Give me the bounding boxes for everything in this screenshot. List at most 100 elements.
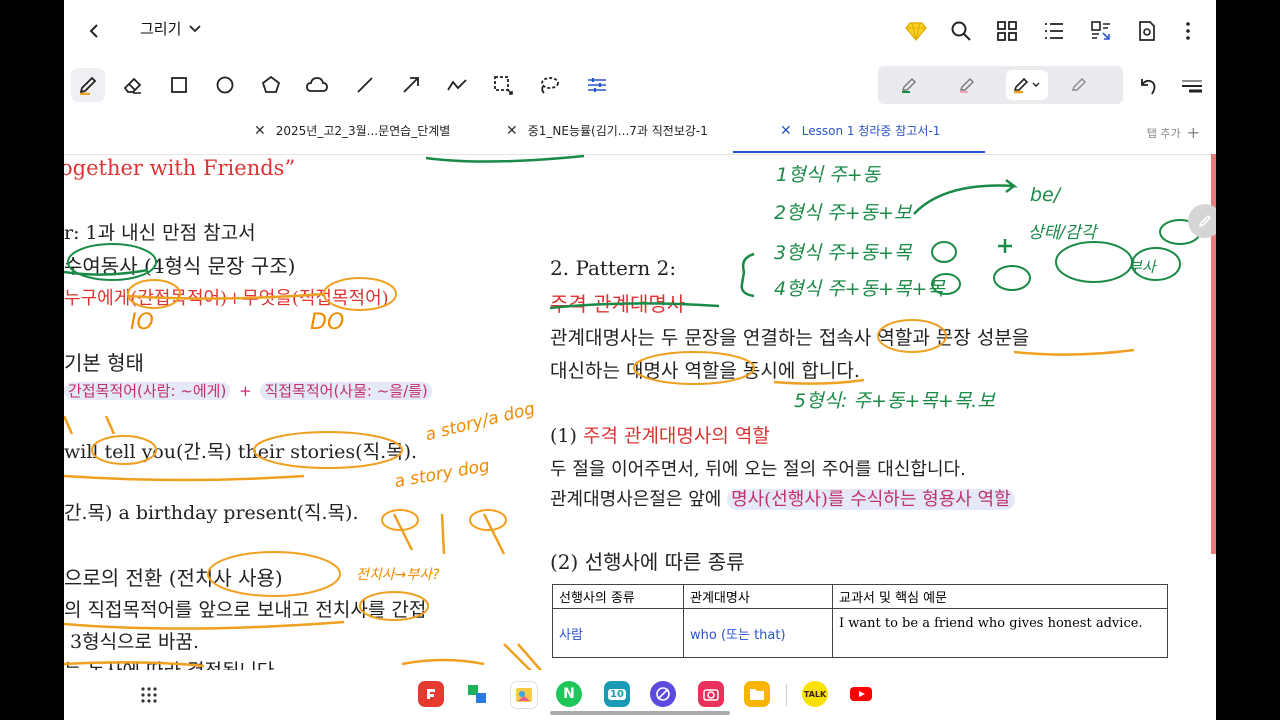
add-tab-button[interactable]: 탭 추가 + bbox=[1147, 123, 1200, 142]
rectangle-tool-icon[interactable] bbox=[162, 68, 196, 102]
cloud-tool-icon[interactable] bbox=[300, 68, 334, 102]
tab-document-2[interactable]: ✕ 중1_NE능률(김기...7과 직전보강-1 bbox=[506, 122, 708, 139]
papago-app-icon[interactable] bbox=[464, 681, 490, 707]
naver-app-icon[interactable]: N bbox=[556, 681, 582, 707]
plus-icon: + bbox=[1186, 123, 1200, 142]
kakao-label: TALK bbox=[803, 689, 827, 699]
modifier-role-highlight: 명사(선행사)를 수식하는 형용사 역할 bbox=[727, 489, 1015, 510]
handwriting-note: IO bbox=[130, 310, 154, 335]
mode-label: 그리기 bbox=[140, 20, 182, 38]
document-page[interactable]: ogether with Friends” r: 1과 내신 만점 참고서 수여… bbox=[64, 154, 1216, 686]
naver-label: N bbox=[563, 686, 575, 702]
pattern-heading: 2. Pattern 2: bbox=[550, 256, 677, 280]
handwriting-note: DO bbox=[310, 310, 345, 335]
table-cell: who (또는 that) bbox=[683, 608, 833, 658]
handwriting-note: 상태/감각 bbox=[1028, 223, 1097, 243]
diamond-icon[interactable] bbox=[904, 20, 928, 42]
section-1-line-2: 관계대명사은절은 앞에 명사(선행사)를 수식하는 형용사 역할 bbox=[550, 485, 1015, 511]
handwriting-note: be/ bbox=[1030, 184, 1061, 206]
left-line-7: 3형식으로 바꿈. bbox=[70, 631, 200, 653]
structure-label: (4형식 문장 구조) bbox=[143, 254, 296, 278]
home-indicator[interactable] bbox=[550, 711, 730, 715]
youtube-app-icon[interactable] bbox=[848, 681, 874, 707]
tab-label: 2025년_고2_3월...문연습_단계별 bbox=[275, 124, 451, 138]
circle-tool-icon[interactable] bbox=[208, 68, 242, 102]
app-drawer-icon[interactable] bbox=[138, 684, 160, 706]
paragraph-line-2: 대신하는 대명사 역할을 동시에 합니다. bbox=[550, 360, 860, 382]
arrow-tool-icon[interactable] bbox=[394, 68, 428, 102]
floating-pen-icon[interactable] bbox=[1188, 204, 1216, 238]
section-1-number: (1) bbox=[550, 425, 577, 447]
dative-verb-term: 수여동사 bbox=[64, 254, 138, 278]
lasso-icon[interactable] bbox=[532, 68, 566, 102]
tab-label: 중1_NE능률(김기...7과 직전보강-1 bbox=[527, 124, 708, 138]
tab-label: Lesson 1 청라중 참고서-1 bbox=[801, 124, 941, 138]
example-1: will tell you(간.목) their stories(직.목). bbox=[64, 441, 418, 463]
close-icon[interactable]: ✕ bbox=[506, 123, 518, 139]
app-window: 그리기 ✕ 2025년_고2_3월...문연습_단계별 ✕ 중1_NE능률(김기… bbox=[64, 0, 1216, 720]
tab-document-3[interactable]: ✕ Lesson 1 청라중 참고서-1 bbox=[780, 122, 940, 139]
line-tool-icon[interactable] bbox=[348, 68, 382, 102]
pink-pen-icon[interactable] bbox=[952, 70, 982, 100]
mode-selector[interactable]: 그리기 bbox=[140, 18, 202, 39]
camera-app-icon[interactable] bbox=[698, 681, 724, 707]
handwriting-note: 3형식 주+동+목 bbox=[774, 242, 912, 264]
drawing-toolbar bbox=[64, 62, 1216, 108]
table-cell: I want to be a friend who gives honest a… bbox=[832, 608, 1168, 658]
files-app-icon[interactable] bbox=[744, 681, 770, 707]
flexcil-app-icon[interactable] bbox=[418, 681, 444, 707]
table-header: 선행사의 종류 bbox=[552, 584, 684, 609]
stroke-width-icon[interactable] bbox=[1180, 74, 1204, 98]
handwriting-note: a story/a dog bbox=[423, 398, 538, 446]
indirect-object-pill: 간접목적어(사람: ~에게) bbox=[64, 382, 231, 400]
more-icon[interactable] bbox=[1180, 20, 1196, 42]
active-tab-indicator bbox=[733, 151, 985, 153]
kakaotalk-app-icon[interactable]: TALK bbox=[802, 681, 828, 707]
section-2-heading: (2) 선행사에 따른 종류 bbox=[550, 550, 745, 574]
list-icon[interactable] bbox=[1043, 20, 1065, 42]
plus-sign: + bbox=[239, 382, 252, 400]
left-line-3: 누구에게(간접목적어)+무엇을(직접목적어) bbox=[64, 288, 389, 309]
calendar-label: 10 bbox=[608, 688, 626, 700]
paragraph-line-1: 관계대명사는 두 문장을 연결하는 접속사 역할과 문장 성분을 bbox=[550, 327, 1030, 349]
top-bar: 그리기 bbox=[64, 0, 1216, 62]
tab-document-1[interactable]: ✕ 2025년_고2_3월...문연습_단계별 bbox=[254, 122, 450, 139]
close-icon[interactable]: ✕ bbox=[254, 123, 266, 139]
handwriting-note: 전치사→부사? bbox=[356, 567, 440, 583]
left-line-4: 기본 형태 bbox=[64, 351, 144, 375]
calendar-app-icon[interactable]: 10 bbox=[604, 681, 630, 707]
orange-pen-icon[interactable] bbox=[1006, 70, 1048, 100]
grid-icon[interactable] bbox=[996, 20, 1018, 42]
eraser-icon[interactable] bbox=[116, 68, 150, 102]
adjust-icon[interactable] bbox=[580, 68, 614, 102]
pen-preset-panel bbox=[878, 66, 1123, 104]
select-area-icon[interactable] bbox=[486, 68, 520, 102]
gray-pen-icon[interactable] bbox=[1064, 70, 1094, 100]
table-row: 사람 who (또는 that) I want to be a friend w… bbox=[552, 608, 1168, 658]
taskbar-divider bbox=[786, 684, 787, 706]
left-line-6: 의 직접목적어를 앞으로 보내고 전치사를 간접 bbox=[64, 599, 427, 621]
page-settings-icon[interactable] bbox=[1136, 20, 1158, 42]
close-icon[interactable]: ✕ bbox=[780, 123, 792, 139]
search-icon[interactable] bbox=[950, 20, 972, 42]
left-line-1: r: 1과 내신 만점 참고서 bbox=[64, 222, 256, 244]
section-1-title: 주격 관계대명사의 역할 bbox=[582, 425, 770, 447]
handwriting-note: 부사 bbox=[1128, 258, 1156, 276]
back-icon[interactable] bbox=[84, 20, 106, 42]
pentagon-tool-icon[interactable] bbox=[254, 68, 288, 102]
curve-tool-icon[interactable] bbox=[440, 68, 474, 102]
gallery-app-icon[interactable] bbox=[510, 681, 538, 709]
internet-app-icon[interactable] bbox=[650, 681, 676, 707]
document-tabs: ✕ 2025년_고2_3월...문연습_단계별 ✕ 중1_NE능률(김기...7… bbox=[64, 108, 1216, 155]
direct-object-pill: 직접목적어(사물: ~을/를) bbox=[260, 382, 432, 400]
green-pen-icon[interactable] bbox=[894, 70, 924, 100]
example-2: 간.목) a birthday present(직.목). bbox=[64, 502, 359, 524]
convert-icon[interactable] bbox=[1090, 20, 1112, 42]
undo-icon[interactable] bbox=[1136, 74, 1160, 98]
pen-tool-icon[interactable] bbox=[71, 68, 105, 102]
add-tab-label: 탭 추가 bbox=[1146, 126, 1181, 140]
handwriting-note: 5형식: 주+동+목+목.보 bbox=[794, 390, 995, 412]
relative-pronoun-table: 선행사의 종류 관계대명사 교과서 및 핵심 예문 사람 who (또는 tha… bbox=[552, 584, 1168, 658]
left-pills: 간접목적어(사람: ~에게) + 직접목적어(사물: ~을/를) bbox=[64, 380, 432, 401]
section-1-line-2-text: 관계대명사은절은 앞에 bbox=[550, 489, 722, 510]
